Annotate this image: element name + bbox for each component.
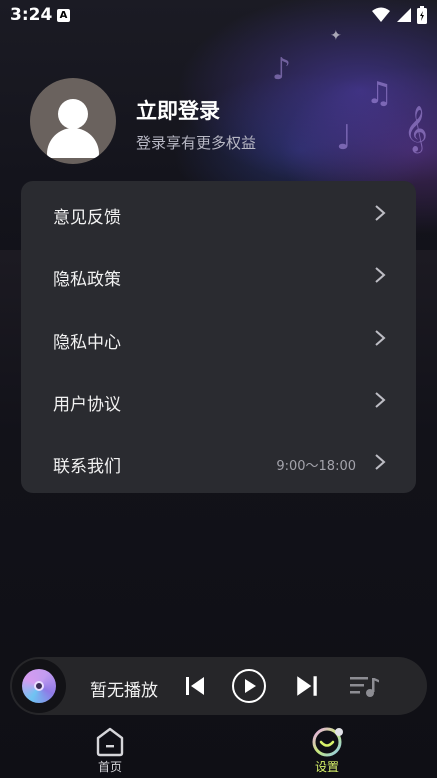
login-subtitle: 登录享有更多权益 (136, 134, 257, 152)
menu-item-label: 隐私政策 (53, 270, 121, 290)
chevron-right-icon (375, 330, 386, 346)
menu-item-user-agreement[interactable]: 用户协议 (21, 369, 416, 431)
previous-button[interactable] (178, 657, 212, 715)
wifi-icon (372, 7, 390, 22)
menu-item-contact-us[interactable]: 联系我们 9:00～18:00 (21, 431, 416, 493)
playlist-icon (350, 677, 379, 697)
login-title[interactable]: 立即登录 (136, 95, 220, 125)
chevron-right-icon (375, 267, 386, 283)
settings-menu: 意见反馈 隐私政策 隐私中心 用户协议 联系我们 9:00～18:00 (21, 181, 416, 493)
album-disc-icon[interactable] (12, 659, 66, 713)
user-icon (58, 99, 88, 129)
menu-item-label: 隐私中心 (53, 333, 121, 353)
menu-item-privacy-policy[interactable]: 隐私政策 (21, 244, 416, 306)
user-icon-body (47, 128, 99, 158)
playlist-button[interactable] (346, 657, 382, 715)
album-disc-hole (34, 681, 44, 691)
menu-item-label: 意见反馈 (53, 208, 121, 228)
tab-label: 首页 (97, 760, 122, 774)
player-status: 暂无播放 (90, 681, 158, 701)
chevron-right-icon (375, 205, 386, 221)
mini-player[interactable]: 暂无播放 (10, 657, 427, 715)
menu-item-label: 用户协议 (53, 395, 121, 415)
chevron-right-icon (375, 454, 386, 470)
tab-settings[interactable]: 设置 (297, 722, 357, 776)
sparkle-decoration: ✦ (330, 28, 342, 44)
album-disc-art (22, 669, 56, 703)
chevron-right-icon (375, 392, 386, 408)
battery-icon (417, 6, 427, 24)
play-button[interactable] (228, 657, 270, 715)
bottom-tab-bar: 首页 设置 (0, 718, 437, 778)
skip-next-icon (297, 676, 317, 696)
profile-header[interactable]: 立即登录 登录享有更多权益 (30, 78, 410, 168)
menu-item-privacy-center[interactable]: 隐私中心 (21, 307, 416, 369)
menu-item-label: 联系我们 (53, 457, 121, 477)
home-icon (96, 727, 124, 757)
status-time: 3:24 (10, 5, 53, 25)
skip-previous-icon (186, 677, 204, 695)
menu-item-feedback[interactable]: 意见反馈 (21, 182, 416, 244)
status-bar: 3:24 A (0, 0, 437, 30)
tab-label: 设置 (314, 760, 339, 774)
next-button[interactable] (290, 657, 324, 715)
status-icons (372, 6, 427, 24)
notification-icon: A (57, 9, 70, 22)
play-icon (232, 669, 266, 703)
settings-smile-icon (312, 727, 343, 757)
avatar[interactable] (30, 78, 116, 164)
tab-home[interactable]: 首页 (80, 722, 140, 776)
signal-icon (397, 8, 411, 22)
service-hours: 9:00～18:00 (276, 459, 356, 474)
